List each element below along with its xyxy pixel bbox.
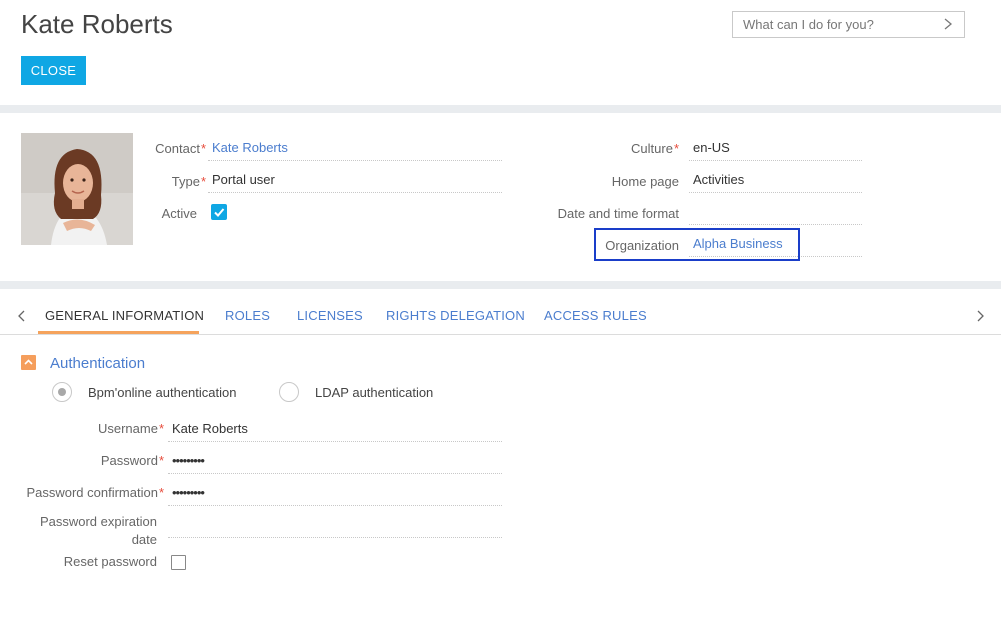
type-value[interactable]: Portal user <box>212 172 275 187</box>
date-time-format-underline <box>689 224 862 225</box>
password-underline <box>168 473 502 474</box>
password-confirmation-label: Password confirmation* <box>26 485 164 500</box>
details-panel: GENERAL INFORMATION ROLES LICENSES RIGHT… <box>0 289 1001 620</box>
password-expiration-underline <box>168 537 502 538</box>
culture-value[interactable]: en-US <box>693 140 730 155</box>
chevron-right-icon[interactable] <box>942 15 954 33</box>
culture-underline <box>689 160 862 161</box>
reset-password-checkbox[interactable] <box>171 555 186 570</box>
home-page-value[interactable]: Activities <box>693 172 744 187</box>
reset-password-label: Reset password <box>63 554 157 569</box>
password-expiration-label-line1: Password expiration <box>39 514 157 529</box>
type-underline <box>208 192 502 193</box>
authentication-group-title[interactable]: Authentication <box>50 355 145 372</box>
page-title: Kate Roberts <box>21 9 173 39</box>
password-expiration-label-line2: date <box>131 532 157 547</box>
top-panel: Kate Roberts CLOSE <box>0 0 1001 105</box>
contact-label: Contact* <box>155 141 206 156</box>
tab-rights-delegation[interactable]: RIGHTS DELEGATION <box>386 308 525 323</box>
active-label: Active <box>161 206 197 221</box>
active-tab-indicator <box>38 331 199 334</box>
password-label: Password* <box>100 453 164 468</box>
username-value[interactable]: Kate Roberts <box>172 421 248 436</box>
command-line[interactable] <box>732 11 965 38</box>
home-page-underline <box>689 192 862 193</box>
tab-bar: GENERAL INFORMATION ROLES LICENSES RIGHT… <box>0 289 1001 335</box>
date-time-format-label: Date and time format <box>557 206 679 221</box>
culture-label: Culture* <box>631 141 679 156</box>
password-confirmation-value[interactable]: ••••••••• <box>172 485 205 500</box>
home-page-label: Home page <box>611 174 679 189</box>
contact-photo[interactable] <box>21 133 133 245</box>
collapse-toggle[interactable] <box>21 355 36 370</box>
ldap-auth-radio[interactable] <box>279 382 299 402</box>
profile-header: Contact* Kate Roberts Type* Portal user … <box>0 113 1001 281</box>
checkmark-icon <box>214 208 225 217</box>
ldap-auth-label[interactable]: LDAP authentication <box>315 385 433 400</box>
organization-highlight <box>594 228 800 261</box>
bpmonline-auth-radio[interactable] <box>52 382 72 402</box>
password-expiration-label: Password expiration date <box>20 513 157 549</box>
active-checkbox[interactable] <box>211 204 227 220</box>
bpmonline-auth-label[interactable]: Bpm'online authentication <box>88 385 236 400</box>
tab-roles[interactable]: ROLES <box>225 308 270 323</box>
chevron-left-icon[interactable] <box>17 307 27 325</box>
type-label: Type* <box>171 174 206 189</box>
contact-underline <box>208 160 502 161</box>
password-value[interactable]: ••••••••• <box>172 453 205 468</box>
username-label: Username* <box>97 421 164 436</box>
radio-selected-dot <box>58 388 66 396</box>
username-underline <box>168 441 502 442</box>
tab-general-information[interactable]: GENERAL INFORMATION <box>45 308 204 323</box>
contact-value[interactable]: Kate Roberts <box>212 140 288 155</box>
chevron-right-icon[interactable] <box>975 307 985 325</box>
chevron-up-icon <box>24 359 33 365</box>
tab-access-rules[interactable]: ACCESS RULES <box>544 308 647 323</box>
close-button[interactable]: CLOSE <box>21 56 86 85</box>
command-input[interactable] <box>743 17 933 32</box>
password-confirmation-underline <box>168 505 502 506</box>
tab-licenses[interactable]: LICENSES <box>297 308 363 323</box>
